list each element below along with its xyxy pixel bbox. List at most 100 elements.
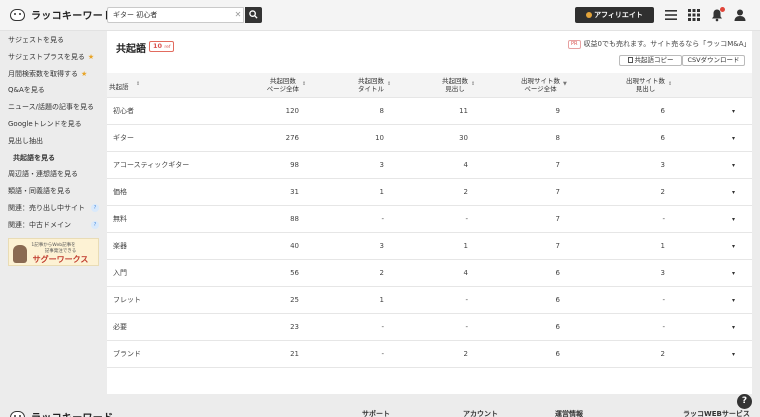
column-header-line1: 共起回数 <box>442 77 468 85</box>
site-heading-count-cell: 3 <box>660 161 665 169</box>
keyword-cell: 価格 <box>113 188 127 196</box>
menu-icon[interactable] <box>664 8 678 22</box>
site-page-count-cell: 6 <box>555 350 560 358</box>
footer-heading-account: アカウント <box>463 410 498 417</box>
table-row[interactable]: 楽器 40 3 1 7 1 ▾ <box>107 233 752 260</box>
sidebar-item-label: 関連：中古ドメイン <box>8 220 71 229</box>
site-heading-count-cell: 6 <box>660 134 665 142</box>
table-row[interactable]: ギター 276 10 30 8 6 ▾ <box>107 125 752 152</box>
footer-heading-support: サポート <box>362 410 390 417</box>
sidebar-item-used-domains[interactable]: 関連：中古ドメイン? <box>0 217 107 234</box>
keyword-cell: 楽器 <box>113 242 127 250</box>
site-page-count-cell: 7 <box>555 188 560 196</box>
expand-chevron-icon[interactable]: ▾ <box>732 287 735 314</box>
title-count-cell: - <box>381 215 384 223</box>
heading-count-cell: 2 <box>463 350 468 358</box>
heading-count-cell: 11 <box>459 107 468 115</box>
page-count-cell: 88 <box>290 215 299 223</box>
page-title: 共起語 <box>116 44 146 55</box>
search-button[interactable] <box>245 7 262 23</box>
expand-chevron-icon[interactable]: ▾ <box>732 341 735 368</box>
help-badge-icon[interactable]: ? <box>91 203 99 212</box>
column-header-line2: ページ全体 <box>266 85 299 93</box>
site-heading-count-cell: 1 <box>660 242 665 250</box>
expand-chevron-icon[interactable]: ▾ <box>732 179 735 206</box>
site-logo[interactable]: ラッコキーワード <box>8 7 113 22</box>
affiliate-button[interactable]: アフィリエイト <box>575 7 654 23</box>
sidebar-item-monthly-volume[interactable]: 月間検索数を取得する ★ <box>0 66 107 83</box>
table-row[interactable]: 価格 31 1 2 7 2 ▾ <box>107 179 752 206</box>
column-header-site-page-count[interactable]: 出現サイト数 ページ全体 ▼ <box>497 73 567 98</box>
copy-icon <box>627 57 633 63</box>
expand-chevron-icon[interactable]: ▾ <box>732 125 735 152</box>
user-account-icon[interactable] <box>733 8 747 22</box>
heading-count-cell: - <box>465 215 468 223</box>
title-count-cell: 3 <box>379 161 384 169</box>
otter-logo-icon <box>8 7 27 22</box>
column-header-heading-count[interactable]: 共起回数 見出し ⇕ <box>407 73 475 98</box>
column-header-keyword[interactable]: 共起語 ⇕ <box>109 73 149 98</box>
sort-icon: ⇕ <box>387 81 392 87</box>
expand-chevron-icon[interactable]: ▾ <box>732 206 735 233</box>
sidebar-item-google-trends[interactable]: Googleトレンドを見る <box>0 116 107 133</box>
sidebar-item-headings[interactable]: 見出し抽出 <box>0 133 107 150</box>
pr-link[interactable]: PR 収益0でも売れます。サイト売るなら「ラッコM&A」 <box>568 39 751 49</box>
banner-brand: サグーワークス <box>32 255 89 264</box>
copy-label: 共起語コピー <box>634 56 674 64</box>
sidebar-item-suggest[interactable]: サジェストを見る <box>0 32 107 49</box>
footer-heading-services: ラッコWEBサービス <box>683 410 750 417</box>
site-page-count-cell: 6 <box>555 323 560 331</box>
csv-download-button[interactable]: CSVダウンロード <box>682 55 745 66</box>
table-row[interactable]: 必要 23 - - 6 - ▾ <box>107 314 752 341</box>
heading-count-cell: 4 <box>463 269 468 277</box>
sidebar-item-label: 周辺語・連想語を見る <box>8 170 78 179</box>
keyword-cell: ブランド <box>113 350 141 358</box>
expand-chevron-icon[interactable]: ▾ <box>732 233 735 260</box>
affiliate-label: アフィリエイト <box>594 11 643 19</box>
expand-chevron-icon[interactable]: ▾ <box>732 314 735 341</box>
sidebar-item-synonyms[interactable]: 類語・同義語を見る <box>0 183 107 200</box>
top-header: ラッコキーワード ギター 初心者 ✕ アフィリエイト <box>0 0 760 31</box>
apps-grid-icon[interactable] <box>687 8 701 22</box>
expand-chevron-icon[interactable]: ▾ <box>732 98 735 125</box>
sidebar-item-label: 見出し抽出 <box>8 136 43 145</box>
column-header-title-count[interactable]: 共起回数 タイトル ⇕ <box>327 73 391 98</box>
sidebar-item-sites-for-sale[interactable]: 関連：売り出し中サイト? <box>0 200 107 217</box>
sidebar-item-label: サジェストプラスを見る <box>8 52 85 61</box>
heading-count-cell: 2 <box>463 188 468 196</box>
table-row[interactable]: 無料 88 - - 7 - ▾ <box>107 206 752 233</box>
footer-logo[interactable]: ラッコキーワード <box>8 409 113 417</box>
table-row[interactable]: 入門 56 2 4 6 3 ▾ <box>107 260 752 287</box>
result-count-badge: 10 ref <box>149 41 175 52</box>
expand-chevron-icon[interactable]: ▾ <box>732 260 735 287</box>
clear-search-icon[interactable]: ✕ <box>233 7 243 23</box>
column-header-site-heading-count[interactable]: 出現サイト数 見出し ⇕ <box>607 73 672 98</box>
sidebar-item-cooccurrence[interactable]: 共起語を見る <box>0 150 107 167</box>
site-heading-count-cell: 3 <box>660 269 665 277</box>
column-header-page-count[interactable]: 共起回数 ページ全体 ⇕ <box>237 73 307 98</box>
table-row[interactable]: アコースティックギター 98 3 4 7 3 ▾ <box>107 152 752 179</box>
sidebar-item-related-words[interactable]: 周辺語・連想語を見る <box>0 166 107 183</box>
sagooworks-ad-banner[interactable]: 1記事からWeb記事を 記事発注できる サグーワークス <box>8 238 99 266</box>
star-icon: ★ <box>81 69 88 78</box>
column-header-line2: タイトル <box>358 85 384 93</box>
sidebar-item-label: Googleトレンドを見る <box>8 119 82 128</box>
copy-cooccurrence-button[interactable]: 共起語コピー <box>619 55 682 66</box>
sort-desc-icon: ▼ <box>563 81 567 87</box>
pr-tag: PR <box>568 40 581 49</box>
keyword-cell: 入門 <box>113 269 127 277</box>
search-input[interactable]: ギター 初心者 <box>107 7 244 23</box>
expand-chevron-icon[interactable]: ▾ <box>732 152 735 179</box>
help-button[interactable]: ? <box>737 394 752 409</box>
page-count-cell: 40 <box>290 242 299 250</box>
help-badge-icon[interactable]: ? <box>91 220 99 229</box>
sidebar-item-suggest-plus[interactable]: サジェストプラスを見る ★ <box>0 49 107 66</box>
table-row[interactable]: 初心者 120 8 11 9 6 ▾ <box>107 98 752 125</box>
sidebar-item-qa[interactable]: Q&Aを見る <box>0 82 107 99</box>
column-header-line1: 出現サイト数 <box>626 77 665 85</box>
table-row[interactable]: ブランド 21 - 2 6 2 ▾ <box>107 341 752 368</box>
cooccurrence-panel: 共起語 10 ref PR 収益0でも売れます。サイト売るなら「ラッコM&A」 共… <box>107 31 752 394</box>
footer-heading-company: 運営情報 <box>555 410 583 417</box>
table-row[interactable]: フレット 25 1 - 6 - ▾ <box>107 287 752 314</box>
sidebar-item-news[interactable]: ニュース/話題の記事を見る <box>0 99 107 116</box>
